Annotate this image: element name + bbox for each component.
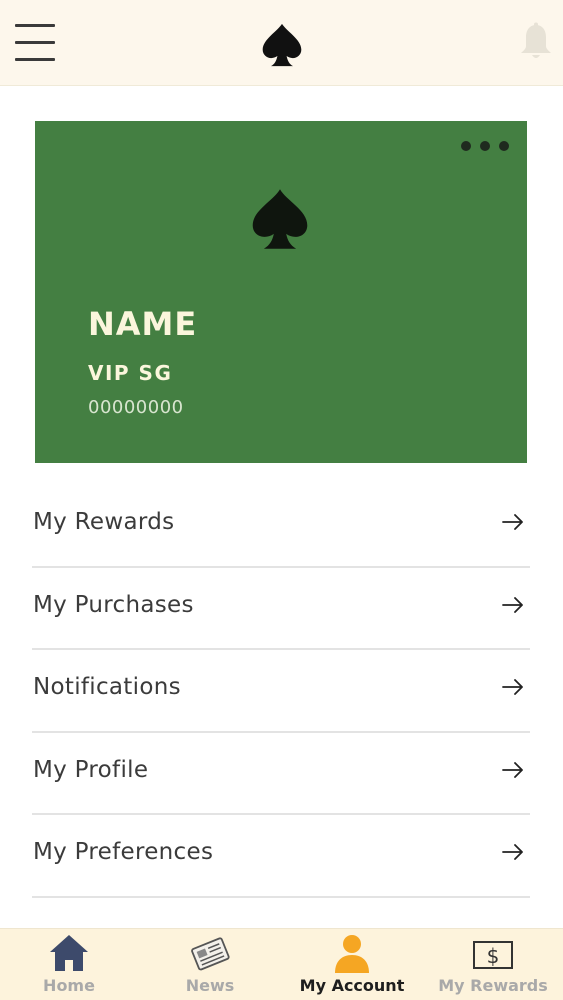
menu-item-my-preferences[interactable]: My Preferences xyxy=(32,815,530,898)
menu-item-label: Notifications xyxy=(33,674,181,700)
arrow-right-icon xyxy=(502,596,523,613)
bottom-tab-bar: Home News My Account $ My Rewards xyxy=(0,928,563,1000)
menu-item-label: My Purchases xyxy=(33,591,194,618)
spade-logo-icon[interactable] xyxy=(259,22,305,68)
card-number: 00000000 xyxy=(88,397,184,418)
dollar-bill-icon: $ xyxy=(473,941,513,969)
menu-item-my-profile[interactable]: My Profile xyxy=(32,733,530,815)
tab-label: My Rewards xyxy=(438,976,548,995)
tab-label: My Account xyxy=(299,976,405,995)
newspaper-icon xyxy=(191,937,230,971)
membership-card[interactable]: NAME VIP SG 00000000 xyxy=(35,121,527,463)
tab-news[interactable]: News xyxy=(140,929,280,1000)
account-menu: My Rewards My Purchases Notifications My… xyxy=(32,485,530,898)
arrow-right-icon xyxy=(502,514,523,530)
tab-label: News xyxy=(185,976,235,995)
menu-item-label: My Profile xyxy=(33,756,149,783)
hamburger-menu-icon[interactable] xyxy=(15,24,55,62)
menu-item-my-rewards[interactable]: My Rewards xyxy=(32,485,530,568)
app-header xyxy=(0,0,563,86)
spade-logo-icon xyxy=(252,189,308,249)
menu-item-label: My Rewards xyxy=(33,509,175,535)
arrow-right-icon xyxy=(502,679,523,695)
arrow-right-icon xyxy=(502,844,523,860)
user-icon xyxy=(335,935,369,973)
card-tier: VIP SG xyxy=(88,361,173,385)
arrow-right-icon xyxy=(502,761,523,778)
bell-icon[interactable] xyxy=(518,22,554,62)
card-holder-name: NAME xyxy=(88,305,198,343)
tab-my-account[interactable]: My Account xyxy=(282,929,422,1000)
menu-item-notifications[interactable]: Notifications xyxy=(32,650,530,733)
svg-text:$: $ xyxy=(487,944,500,968)
tab-home[interactable]: Home xyxy=(0,929,138,1000)
more-dots-icon[interactable] xyxy=(461,139,509,153)
tab-my-rewards[interactable]: $ My Rewards xyxy=(423,929,563,1000)
menu-item-label: My Preferences xyxy=(33,839,214,865)
menu-item-my-purchases[interactable]: My Purchases xyxy=(32,568,530,650)
tab-label: Home xyxy=(43,976,95,995)
home-icon xyxy=(50,935,88,971)
